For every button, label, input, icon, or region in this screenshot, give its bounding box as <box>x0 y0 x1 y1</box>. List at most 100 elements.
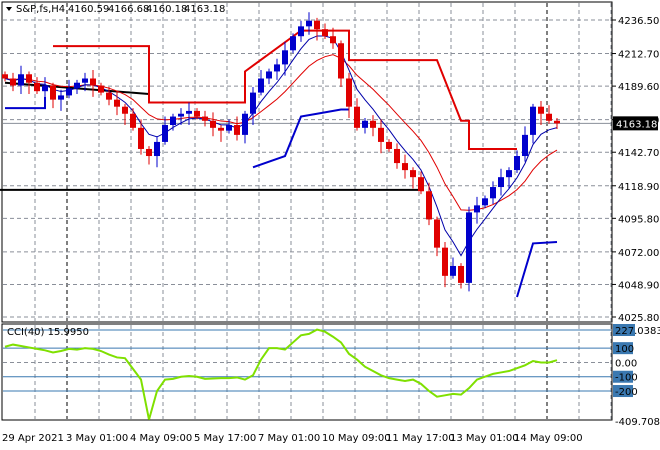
candle-body <box>18 74 24 86</box>
candle-body <box>154 141 160 157</box>
axes: 4236.504212.704189.604165.804142.704118.… <box>2 16 660 444</box>
cci-tick-label: 100 <box>615 344 634 355</box>
candle-body <box>10 78 16 86</box>
candle-body <box>74 82 80 89</box>
candle-body <box>122 106 128 114</box>
candle-body <box>234 125 240 135</box>
y-tick-label: 4048.90 <box>618 280 659 291</box>
candle-body <box>474 205 480 213</box>
cci-tick-label: 0.00 <box>615 358 637 369</box>
candle-body <box>530 106 536 135</box>
candle-body <box>178 113 184 117</box>
candle-body <box>498 177 504 188</box>
x-tick-label: 4 May 09:00 <box>130 433 192 444</box>
candle-body <box>26 74 32 83</box>
candle-body <box>274 64 280 72</box>
y-tick-label: 4095.80 <box>618 214 659 225</box>
chart-canvas[interactable]: 4236.504212.704189.604165.804142.704118.… <box>0 0 660 450</box>
candle-body <box>282 50 288 65</box>
high-value: 4166.68 <box>108 4 149 15</box>
x-tick-label: 14 May 09:00 <box>514 433 583 444</box>
cci-tick-label: -100 <box>615 373 638 384</box>
open-value: 4160.59 <box>68 4 109 15</box>
candle-body <box>322 29 328 37</box>
candle-body <box>378 127 384 142</box>
candle-body <box>338 43 344 79</box>
close-value: 4163.18 <box>184 4 225 15</box>
candle-body <box>330 36 336 44</box>
y-tick-label: 4142.70 <box>618 148 659 159</box>
lower-channel-line <box>252 108 349 169</box>
candle-body <box>114 99 120 107</box>
candle-body <box>130 113 136 128</box>
lower-channel-line <box>5 96 46 110</box>
symbol-label: S&P,fs,H4 <box>16 4 65 15</box>
candle-body <box>290 36 296 51</box>
candle-body <box>250 92 256 114</box>
candle-body <box>202 116 208 121</box>
candle-body <box>394 148 400 164</box>
candles <box>2 12 560 292</box>
y-tick-label: 4212.70 <box>618 50 659 61</box>
cci-line <box>3 328 611 420</box>
candle-body <box>554 120 560 124</box>
chart-window[interactable]: 4236.504212.704189.604165.804142.704118.… <box>0 0 660 450</box>
candle-body <box>538 106 544 114</box>
x-tick-label: 29 Apr 2021 <box>2 433 64 444</box>
candle-body <box>418 177 424 192</box>
candle-body <box>106 92 112 100</box>
fast-moving-average <box>4 35 558 257</box>
y-tick-label: 4236.50 <box>618 16 659 27</box>
candle-body <box>306 20 312 27</box>
x-tick-label: 7 May 01:00 <box>258 433 320 444</box>
candle-body <box>362 120 368 128</box>
cci-tick-label: -409.7088 <box>615 417 660 428</box>
candle-body <box>386 141 392 149</box>
cci-panel-frame <box>1 323 613 421</box>
candle-body <box>266 71 272 79</box>
candle-body <box>218 127 224 131</box>
candle-body <box>346 78 352 107</box>
candle-body <box>354 106 360 128</box>
current-price-label: 4163.18 <box>616 119 657 130</box>
candle-body <box>50 85 56 100</box>
candle-body <box>34 82 40 92</box>
candle-body <box>258 78 264 93</box>
candle-body <box>546 113 552 121</box>
candle-body <box>314 20 320 30</box>
candle-body <box>194 110 200 117</box>
x-tick-label: 3 May 01:00 <box>66 433 128 444</box>
low-value: 4160.18 <box>146 4 187 15</box>
candle-body <box>90 78 96 86</box>
candle-body <box>466 212 472 283</box>
lower-channel-line <box>516 241 558 298</box>
collapse-triangle-icon[interactable] <box>6 7 12 11</box>
x-tick-label: 5 May 17:00 <box>194 433 256 444</box>
cci-tick-label: 227.0383 <box>615 326 660 337</box>
x-tick-label: 13 May 01:00 <box>450 433 519 444</box>
y-tick-label: 4072.00 <box>618 248 659 259</box>
candle-body <box>506 170 512 178</box>
candle-body <box>442 247 448 276</box>
grid <box>3 3 612 419</box>
candle-body <box>298 26 304 37</box>
candle-body <box>450 265 456 276</box>
candle-body <box>58 95 64 100</box>
cci-line <box>4 328 558 420</box>
candle-body <box>98 85 104 93</box>
candle-body <box>186 110 192 114</box>
candle-body <box>170 116 176 126</box>
candle-body <box>458 265 464 283</box>
candle-body <box>482 198 488 206</box>
x-tick-label: 11 May 17:00 <box>386 433 455 444</box>
y-tick-label: 4189.60 <box>618 82 659 93</box>
main-panel-frame <box>1 1 613 323</box>
y-tick-label: 4118.90 <box>618 182 659 193</box>
y-tick-label: 4025.80 <box>618 313 659 324</box>
candle-body <box>426 191 432 220</box>
candle-body <box>514 156 520 171</box>
candle-body <box>66 88 72 96</box>
x-tick-label: 10 May 09:00 <box>322 433 391 444</box>
candle-body <box>146 148 152 157</box>
candle-body <box>138 127 144 149</box>
